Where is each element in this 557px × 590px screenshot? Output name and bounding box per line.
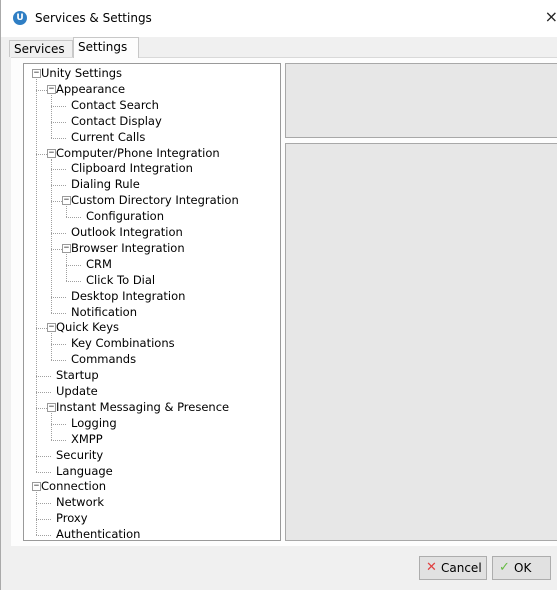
settings-tab-panel: − Unity Settings − Appearance Contact Search… bbox=[11, 57, 557, 546]
tree-node-label: Notification bbox=[71, 304, 137, 319]
tree-node-label: Contact Search bbox=[71, 97, 159, 112]
tree-node-label: Dialing Rule bbox=[71, 177, 140, 192]
ok-button[interactable]: ✓ OK bbox=[492, 556, 551, 580]
ok-button-label: OK bbox=[514, 561, 532, 575]
title-bar[interactable]: U Services & Settings × bbox=[1, 0, 557, 37]
tree-node-label: Contact Display bbox=[71, 113, 162, 128]
collapse-icon[interactable]: − bbox=[32, 482, 41, 492]
settings-window: U Services & Settings × Services Setting… bbox=[0, 0, 557, 590]
tree-node-label: XMPP bbox=[71, 431, 103, 446]
tree-node-label: Language bbox=[56, 463, 113, 478]
tree-node-label: Network bbox=[56, 495, 105, 510]
tree-node-label: Configuration bbox=[86, 209, 164, 224]
collapse-icon[interactable]: − bbox=[47, 323, 56, 333]
tree-node-label: Desktop Integration bbox=[71, 288, 186, 303]
tab-settings[interactable]: Settings bbox=[73, 37, 139, 58]
collapse-icon[interactable]: − bbox=[32, 69, 41, 78]
tree-node-label: Browser Integration bbox=[71, 240, 185, 255]
tree-node-label: Unity Settings bbox=[41, 66, 123, 80]
check-icon: ✓ bbox=[499, 560, 510, 575]
tree-node-label: Update bbox=[56, 384, 98, 398]
tree-node-label: Logging bbox=[71, 415, 117, 430]
tree-node-label: Key Combinations bbox=[71, 336, 175, 351]
settings-detail-panel bbox=[285, 143, 557, 541]
tree-node-label: Startup bbox=[56, 368, 99, 383]
tree-node-label: CRM bbox=[86, 256, 112, 271]
tree-node-label: Connection bbox=[41, 479, 107, 494]
close-button[interactable]: × bbox=[544, 4, 557, 30]
tree-node-label: Instant Messaging & Presence bbox=[56, 399, 230, 414]
tree-node-label: Clipboard Integration bbox=[71, 161, 193, 176]
tab-services[interactable]: Services bbox=[9, 40, 73, 57]
settings-preview-panel bbox=[285, 63, 557, 138]
tree-node-label: Custom Directory Integration bbox=[71, 193, 239, 208]
collapse-icon[interactable]: − bbox=[47, 84, 56, 94]
tree-node-label: Quick Keys bbox=[56, 320, 120, 335]
tree-node-label: Outlook Integration bbox=[71, 225, 183, 239]
collapse-icon[interactable]: − bbox=[62, 196, 71, 206]
collapse-icon[interactable]: − bbox=[62, 243, 71, 253]
cancel-button-label: Cancel bbox=[441, 561, 482, 575]
app-logo-icon: U bbox=[13, 11, 27, 25]
tree-node-label: Authentication bbox=[56, 527, 141, 541]
settings-tree[interactable]: − Unity Settings − Appearance Contact Search… bbox=[23, 63, 281, 541]
tree-node-label: Current Calls bbox=[71, 129, 146, 144]
x-icon: ✕ bbox=[426, 560, 437, 575]
tree-node-label: Click To Dial bbox=[86, 272, 156, 287]
tree-node-label: Computer/Phone Integration bbox=[56, 145, 220, 160]
collapse-icon[interactable]: − bbox=[47, 402, 56, 412]
tree-node-label: Security bbox=[56, 447, 104, 462]
tree-node-label: Proxy bbox=[56, 511, 88, 526]
cancel-button[interactable]: ✕ Cancel bbox=[419, 556, 487, 580]
tree-node-label: Commands bbox=[71, 352, 137, 367]
collapse-icon[interactable]: − bbox=[47, 148, 56, 158]
tree-node-label: Appearance bbox=[56, 81, 126, 96]
window-title: Services & Settings bbox=[35, 11, 152, 25]
